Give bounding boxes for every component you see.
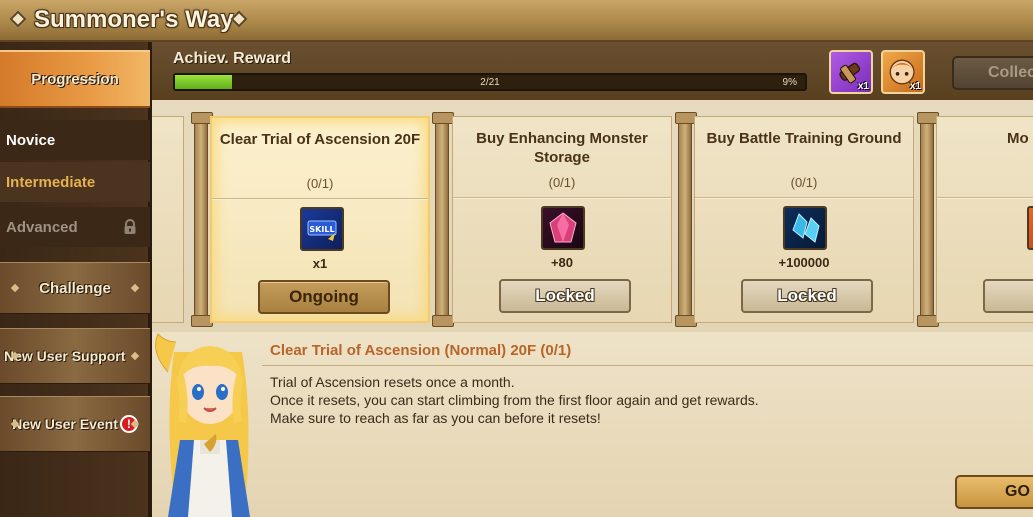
sidebar-tab-label: New User Support [4,348,126,364]
reward-quantity: x1 [857,81,869,92]
quest-card-list: Clear Trial of Ascension 20F (0/1) SKILL… [152,112,1033,332]
card-divider [937,197,1033,199]
go-button[interactable]: GO [955,475,1033,509]
level-tab-label: Novice [6,131,56,149]
description-line: Make sure to reach as far as you can bef… [270,410,601,426]
svg-text:SKILL: SKILL [309,225,334,234]
sidebar: Progression Novice Intermediate Advanced… [0,42,150,517]
card-pillar [917,112,939,327]
sidebar-tab-label: Challenge [39,279,111,297]
quest-description-panel: Clear Trial of Ascension (Normal) 20F (0… [152,332,1033,517]
quest-progress: (0/1) [306,176,334,191]
sidebar-tab-label: New User Event [12,416,118,432]
card-pillar [675,112,697,327]
go-label: GO [1005,483,1030,500]
main-panel: Achiev. Reward 2/21 9% x1 x1 Collect [152,42,1033,517]
crystal-icon [541,206,585,250]
card-pillar [191,112,213,327]
level-tab-label: Advanced [6,218,78,236]
achievement-label: Achiev. Reward [173,50,291,67]
alert-icon: ! [119,415,138,433]
collect-button[interactable]: Collect [952,56,1033,90]
sidebar-tab-challenge[interactable]: Challenge [0,262,150,314]
skill-book-icon: SKILL [300,207,344,251]
quest-status-label: Locked [777,286,837,305]
quest-title: Buy Enhancing Monster Storage [476,130,648,166]
lock-icon [124,219,136,234]
reward-quantity: x1 [909,81,921,92]
quest-reward-amount: +80 [550,255,574,270]
collect-label: Collect [988,64,1033,81]
progress-count: 2/21 [480,77,500,88]
quest-status-label: Locked [535,286,595,305]
quest-status-button[interactable]: Ongoing [258,280,390,314]
sidebar-tab-label: Progression [31,70,119,88]
quest-card[interactable]: Clear Trial of Ascension 20F (0/1) SKILL… [210,116,430,323]
sidebar-tab-new-user-event[interactable]: New User Event ! [0,396,150,452]
card-divider [695,197,913,199]
quest-reward-amount: x1 [312,256,328,271]
quest-status-button[interactable]: Lo [983,279,1033,313]
description-title: Clear Trial of Ascension (Normal) 20F (0… [270,342,572,359]
quest-card-partial[interactable]: Mo Lo [936,116,1033,323]
sidebar-tab-new-user-support[interactable]: New User Support [0,328,150,384]
diamond-ornament-icon [9,10,27,28]
guide-character [155,333,250,517]
quest-progress: (0/1) [790,175,818,190]
quest-card[interactable]: Buy Enhancing Monster Storage (0/1) +80 … [452,116,672,323]
description-divider [262,365,1033,366]
level-tab-label: Intermediate [6,173,96,191]
description-line: Once it resets, you can start climbing f… [270,392,759,408]
card-divider [212,198,428,200]
quest-status-button[interactable]: Locked [741,279,873,313]
level-tab-novice[interactable]: Novice [0,120,150,160]
card-pillar [432,112,454,327]
quest-reward-amount: +100000 [778,255,830,270]
level-tab-advanced[interactable]: Advanced [0,207,150,247]
quest-title: Mo [1007,130,1029,147]
title-bar: Summoner's Way [0,0,1033,42]
reward-icon [1027,206,1033,250]
achievement-reward-bar: Achiev. Reward 2/21 9% x1 x1 Collect [152,42,1033,100]
progress-percent: 9% [782,77,797,88]
quest-card[interactable]: Buy Battle Training Ground (0/1) +100000… [694,116,914,323]
level-tab-intermediate[interactable]: Intermediate [0,162,150,202]
sidebar-tab-progression[interactable]: Progression [0,50,150,108]
quest-progress: (0/1) [548,175,576,190]
quest-title: Buy Battle Training Ground [706,130,902,147]
quest-status-label: Ongoing [289,287,359,306]
scroll-pack-icon[interactable]: x1 [829,50,873,94]
card-divider [453,197,671,199]
description-line: Trial of Ascension resets once a month. [270,374,515,390]
quest-card-partial[interactable] [152,116,184,323]
quest-status-button[interactable]: Locked [499,279,631,313]
mana-crystal-icon [783,206,827,250]
monster-portrait-icon[interactable]: x1 [881,50,925,94]
quest-title: Clear Trial of Ascension 20F [219,131,421,148]
page-title: Summoner's Way [34,6,234,33]
achievement-progress-bar: 2/21 9% [173,73,807,91]
